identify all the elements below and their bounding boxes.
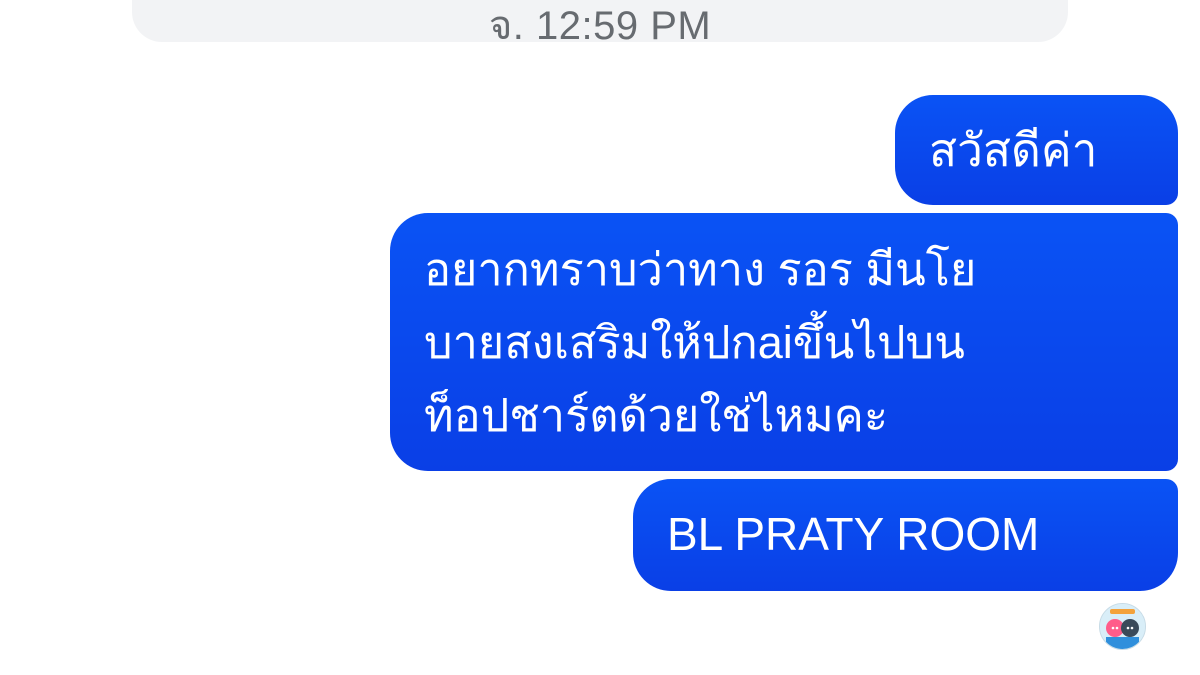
message-text-line-3: ท็อปชาร์ตด้วยใช่ไหมคะ xyxy=(424,390,889,441)
avatar-icon xyxy=(1100,604,1145,649)
message-bubble-greeting[interactable]: สวัสดีค่า xyxy=(895,95,1178,205)
read-receipt-avatar-icon[interactable] xyxy=(1099,603,1146,650)
message-text-line-2: บายสงเสริมให้ปกaiขึ้นไปบน xyxy=(424,317,965,368)
message-text: สวัสดีค่า xyxy=(929,124,1098,176)
message-bubble-question[interactable]: อยากทราบว่าทาง รอร มีนโย บายสงเสริมให้ปก… xyxy=(390,213,1178,471)
message-text-line-1: อยากทราบว่าทาง รอร มีนโย xyxy=(424,244,977,295)
message-bubble-room-name[interactable]: BL PRATY ROOM xyxy=(633,479,1178,591)
message-timestamp: จ. 12:59 PM xyxy=(488,4,712,48)
message-text: BL PRATY ROOM xyxy=(667,508,1040,560)
